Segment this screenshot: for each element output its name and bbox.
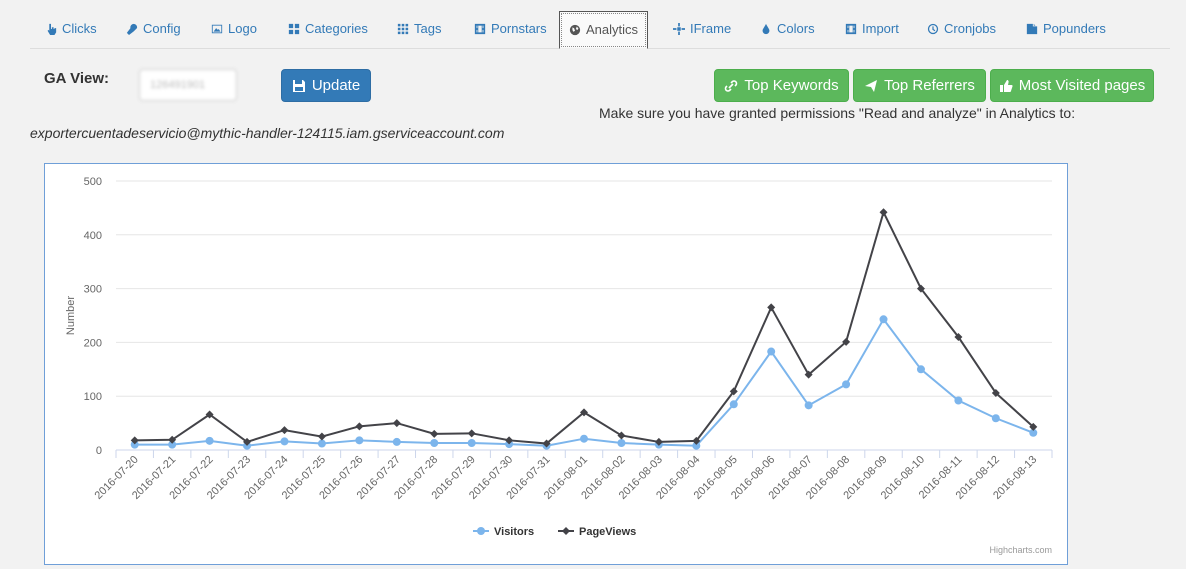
pageviews-point <box>467 429 476 438</box>
visitors-point <box>280 437 289 446</box>
visitors-point <box>842 380 851 389</box>
visitors-point <box>617 439 626 448</box>
th-large-icon <box>288 23 300 34</box>
visitors-point <box>991 414 1000 423</box>
film-icon <box>845 23 857 34</box>
legend-marker <box>477 527 485 535</box>
visitors-point <box>954 396 963 405</box>
visitors-point <box>916 365 925 374</box>
pageviews-point <box>767 303 776 312</box>
tab-label: Clicks <box>62 20 97 36</box>
visitors-point <box>879 315 888 324</box>
pageviews-point <box>317 432 326 441</box>
ga-view-input[interactable]: 126491901 <box>139 69 237 101</box>
y-tick-label: 100 <box>84 391 102 403</box>
y-axis-label: Number <box>65 296 77 335</box>
y-tick-label: 200 <box>84 337 102 349</box>
tab-label: Popunders <box>1043 20 1106 36</box>
most-visited-label: Most Visited pages <box>1018 77 1146 94</box>
tab-colors[interactable]: Colors <box>760 10 815 47</box>
tab-label: Logo <box>228 20 257 36</box>
visitors-point <box>729 400 738 409</box>
tab-iframe[interactable]: IFrame <box>673 10 731 47</box>
clock-icon <box>927 23 939 34</box>
hand-pointer-icon <box>47 23 57 35</box>
y-tick-label: 500 <box>84 176 102 188</box>
tab-import[interactable]: Import <box>845 10 899 47</box>
visitors-point <box>580 434 588 443</box>
tab-label: Analytics <box>586 22 639 37</box>
tab-popunders[interactable]: Popunders <box>1026 10 1106 47</box>
th-icon <box>397 23 409 34</box>
tab-label: Tags <box>414 20 442 36</box>
top-keywords-button[interactable]: Top Keywords <box>714 69 849 102</box>
tab-pornstars[interactable]: Pornstars <box>474 10 547 47</box>
update-button[interactable]: Update <box>281 69 371 102</box>
visitors-point <box>767 347 776 356</box>
visitors-point <box>804 401 813 410</box>
top-keywords-label: Top Keywords <box>744 77 839 94</box>
service-account-email: exportercuentadeservicio@mythic-handler-… <box>30 125 505 141</box>
tab-analytics[interactable]: Analytics <box>559 11 649 49</box>
update-button-label: Update <box>311 77 361 94</box>
chart-svg: 0100200300400500Number2016-07-202016-07-… <box>65 176 1053 555</box>
image-icon <box>211 24 223 33</box>
files-icon <box>1026 23 1038 34</box>
visitors-point <box>355 436 364 445</box>
series-line-visitors <box>134 317 1034 447</box>
pageviews-point <box>392 419 401 428</box>
visitors-point <box>392 437 401 446</box>
floppy-disk-icon <box>292 79 305 92</box>
visitors-point <box>205 436 214 445</box>
visitors-point <box>317 439 326 448</box>
globe-icon <box>569 24 581 36</box>
permission-note: Make sure you have granted permissions "… <box>599 105 1076 121</box>
tab-logo[interactable]: Logo <box>211 10 257 47</box>
tint-icon <box>762 23 770 34</box>
legend-marker <box>562 527 570 535</box>
thumbs-up-icon <box>999 79 1013 92</box>
link-icon <box>725 79 738 92</box>
pageviews-point <box>430 429 439 438</box>
tab-label: Categories <box>305 20 368 36</box>
tab-bar: Clicks Config Logo Categories Tags Pornstars A… <box>30 10 1170 49</box>
top-referrers-label: Top Referrers <box>884 77 975 94</box>
tab-label: Config <box>143 20 181 36</box>
visitors-point <box>467 439 476 448</box>
tab-categories[interactable]: Categories <box>288 10 368 47</box>
tab-config[interactable]: Config <box>126 10 181 47</box>
send-icon <box>865 79 878 92</box>
tab-label: Colors <box>777 20 815 36</box>
tab-label: IFrame <box>690 20 732 36</box>
tab-tags[interactable]: Tags <box>397 10 441 47</box>
pageviews-point <box>355 422 364 431</box>
film-icon <box>474 23 486 34</box>
legend-label-visitors: Visitors <box>494 526 534 538</box>
y-tick-label: 300 <box>84 284 102 296</box>
visitors-point <box>430 439 439 448</box>
tab-clicks[interactable]: Clicks <box>45 10 97 47</box>
tab-label: Cronjobs <box>944 20 997 36</box>
y-tick-label: 400 <box>84 230 102 242</box>
pageviews-point <box>280 426 289 435</box>
ga-view-label: GA View: <box>44 70 110 87</box>
top-referrers-button[interactable]: Top Referrers <box>853 69 986 102</box>
pageviews-point <box>879 208 888 217</box>
y-tick-label: 0 <box>96 445 102 457</box>
most-visited-button[interactable]: Most Visited pages <box>990 69 1154 102</box>
wrench-icon <box>126 23 138 35</box>
tab-cronjobs[interactable]: Cronjobs <box>927 10 996 47</box>
legend-label-pageviews: PageViews <box>579 526 636 538</box>
tab-label: Import <box>862 20 899 36</box>
analytics-chart: 0 100 200 300 400 500 Number 2016-07-20 2016-07-… <box>44 163 1068 565</box>
tab-label: Pornstars <box>491 20 547 36</box>
crosshair-icon <box>673 22 685 35</box>
